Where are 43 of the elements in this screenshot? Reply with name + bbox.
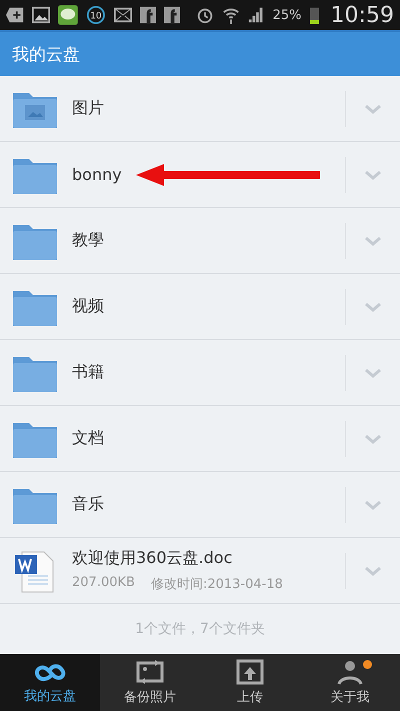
modified-time: 修改时间:2013-04-18 — [150, 576, 283, 593]
folder-name: 教學 — [72, 230, 104, 251]
person-icon — [337, 659, 363, 685]
folder-name: 音乐 — [72, 494, 104, 515]
folder-name: 书籍 — [72, 362, 104, 383]
folder-name: 文档 — [72, 428, 104, 449]
image-icon — [32, 6, 50, 24]
battery-icon — [310, 5, 319, 25]
folder-row[interactable]: 文档 — [0, 406, 400, 472]
mail-icon — [114, 7, 132, 23]
clock-time: 10:59 — [330, 2, 394, 28]
chevron-down-icon — [364, 302, 382, 312]
battery-percent: 25% — [272, 8, 302, 22]
number-badge-icon: 10 — [86, 4, 106, 26]
add-notification-icon — [6, 6, 24, 24]
file-count-summary: 1个文件，7个文件夹 — [135, 620, 265, 638]
photo-sync-icon — [135, 659, 165, 685]
chevron-down-icon — [364, 236, 382, 246]
folder-name: 视频 — [72, 296, 104, 317]
chevron-down-icon — [364, 368, 382, 378]
folder-row[interactable]: 教學 — [0, 208, 400, 274]
file-name: 欢迎使用360云盘.doc — [72, 548, 234, 569]
chat-app-icon — [58, 4, 78, 26]
file-row[interactable]: 欢迎使用360云盘.doc 207.00KB 修改时间:2013-04-18 — [0, 538, 400, 604]
folder-row[interactable]: 书籍 — [0, 340, 400, 406]
facebook-icon — [140, 6, 156, 24]
chevron-down-icon — [364, 104, 382, 114]
chevron-down-icon — [364, 434, 382, 444]
file-size: 207.00KB — [72, 575, 135, 592]
upload-icon — [236, 659, 264, 685]
folder-name: bonny — [72, 165, 122, 184]
chevron-down-icon — [364, 170, 382, 180]
folder-row[interactable]: 视频 — [0, 274, 400, 340]
folder-name: 图片 — [72, 98, 104, 119]
chevron-down-icon — [364, 566, 382, 576]
page-title: 我的云盘 — [12, 44, 80, 66]
signal-icon — [248, 6, 265, 24]
folder-row[interactable]: 图片 — [0, 76, 400, 142]
folder-row[interactable]: bonny — [0, 142, 400, 208]
folder-row[interactable]: 音乐 — [0, 472, 400, 538]
facebook-icon — [164, 6, 180, 24]
nav-tab[interactable]: 我的云盘 — [0, 654, 100, 711]
chevron-down-icon — [364, 500, 382, 510]
